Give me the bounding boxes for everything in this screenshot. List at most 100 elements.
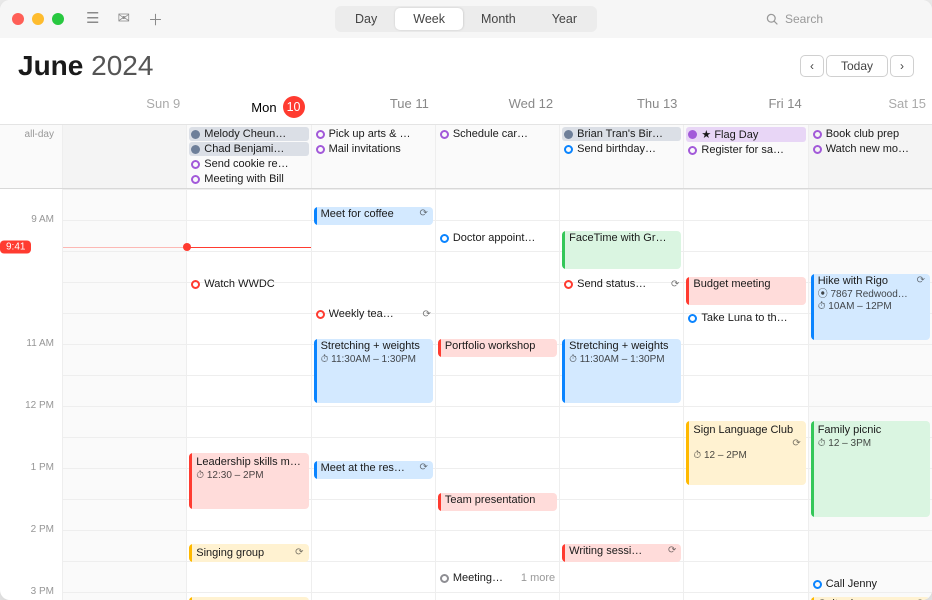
event-block[interactable]: Team presentation (438, 493, 557, 511)
event-block[interactable]: Hike with Rigo⟳⦿ 7867 Redwood…⏱ 10AM – 1… (811, 274, 930, 340)
search-icon (766, 13, 779, 26)
next-button[interactable]: › (890, 55, 914, 77)
minimize-icon[interactable] (32, 13, 44, 25)
event-block[interactable]: Meet for coffee⟳ (314, 207, 433, 225)
search-field[interactable]: Search (760, 9, 920, 29)
calendar-body[interactable]: 9:41 9 AM11 AM12 PM1 PM2 PM3 PM4 PM5 PM6… (0, 189, 932, 600)
day-header[interactable]: Wed 12 (435, 88, 559, 124)
event-block[interactable]: Portfolio workshop (438, 339, 557, 357)
allday-event[interactable]: Register for sa… (686, 143, 805, 157)
nav-controls: ‹ Today › (800, 55, 914, 77)
toolbar-buttons: ☰ ✉ ＋ (86, 9, 163, 30)
allday-event[interactable]: Meeting with Bill (189, 172, 308, 186)
day-header[interactable]: Sun 9 (62, 88, 186, 124)
allday-event[interactable]: Send cookie re… (189, 157, 308, 171)
event-pill[interactable]: Take Luna to th… (686, 311, 805, 325)
allday-event[interactable]: Pick up arts & … (314, 127, 433, 141)
event-pill[interactable]: Call Jenny (811, 577, 930, 591)
view-week[interactable]: Week (395, 8, 463, 30)
event-block[interactable]: Singing group⟳ (189, 544, 308, 562)
allday-event[interactable]: Book club prep (811, 127, 930, 141)
hour-label (0, 555, 62, 586)
close-icon[interactable] (12, 13, 24, 25)
day-column[interactable]: Hike with Rigo⟳⦿ 7867 Redwood…⏱ 10AM – 1… (808, 189, 932, 600)
zoom-icon[interactable] (52, 13, 64, 25)
event-pill[interactable]: Send status…⟳ (562, 277, 681, 291)
now-line (187, 247, 310, 248)
hour-label (0, 189, 62, 214)
hour-label: 1 PM (0, 462, 62, 493)
allday-event[interactable]: Brian Tran's Bir… (562, 127, 681, 141)
day-column[interactable]: Budget meeting Take Luna to th… Sign Langu… (683, 189, 807, 600)
allday-event[interactable]: Watch new mo… (811, 142, 930, 156)
allday-label: all-day (0, 125, 62, 188)
event-block[interactable]: Sign Language Club⟳⏱ 12 – 2PM (686, 421, 805, 485)
allday-event[interactable]: Send birthday… (562, 142, 681, 156)
day-header[interactable]: Mon10 (186, 88, 310, 124)
view-day[interactable]: Day (337, 8, 395, 30)
day-header[interactable]: Fri 14 (683, 88, 807, 124)
allday-event[interactable]: Schedule car… (438, 127, 557, 141)
event-block[interactable]: Budget meeting (686, 277, 805, 305)
view-month[interactable]: Month (463, 8, 534, 30)
year-label: 2024 (91, 50, 153, 81)
hour-label (0, 307, 62, 338)
allday-event[interactable]: Melody Cheun… (189, 127, 308, 141)
allday-cell (62, 125, 186, 188)
allday-row: all-day Melody Cheun…Chad Benjami…Send c… (0, 125, 932, 189)
event-block[interactable]: Family picnic⏱ 12 – 3PM (811, 421, 930, 517)
hour-label (0, 493, 62, 524)
event-pill[interactable]: Doctor appoint… (438, 231, 557, 245)
day-headers: Sun 9Mon10Tue 11Wed 12Thu 13Fri 14Sat 15 (0, 88, 932, 125)
allday-cell: Pick up arts & …Mail invitations (311, 125, 435, 188)
allday-cell: ★ Flag DayRegister for sa… (683, 125, 807, 188)
event-block[interactable]: Writing sessi…⟳ (562, 544, 681, 562)
add-icon[interactable]: ＋ (148, 9, 163, 30)
event-pill[interactable]: Weekly tea…⟳ (314, 307, 433, 321)
hour-label (0, 431, 62, 462)
event-block[interactable]: Stretching + weights⏱ 11:30AM – 1:30PM (562, 339, 681, 403)
hour-label: 12 PM (0, 400, 62, 431)
calendar-window: ☰ ✉ ＋ Day Week Month Year Search June 20… (0, 0, 932, 600)
day-column[interactable]: FaceTime with Gr… Send status…⟳ Stretching… (559, 189, 683, 600)
day-column[interactable]: Meet for coffee⟳ Weekly tea…⟳ Stretching +… (311, 189, 435, 600)
view-switcher: Day Week Month Year (335, 6, 597, 32)
week-grid: 9 AM11 AM12 PM1 PM2 PM3 PM4 PM5 PM6 PM W… (0, 189, 932, 600)
month-label: June (18, 50, 83, 81)
search-placeholder: Search (785, 12, 823, 26)
today-date-pill: 10 (283, 96, 305, 118)
day-column[interactable] (62, 189, 186, 600)
event-block[interactable]: Stretching + weights⏱ 11:30AM – 1:30PM (314, 339, 433, 403)
day-column[interactable]: Watch WWDC Leadership skills meeting⏱ 12:… (186, 189, 310, 600)
header: June 2024 ‹ Today › (0, 38, 932, 88)
day-header[interactable]: Tue 11 (311, 88, 435, 124)
inbox-icon[interactable]: ✉ (117, 9, 130, 30)
allday-event[interactable]: ★ Flag Day (686, 127, 805, 142)
page-title: June 2024 (18, 50, 153, 82)
allday-cell: Melody Cheun…Chad Benjami…Send cookie re… (186, 125, 310, 188)
event-block[interactable]: Meet at the res…⟳ (314, 461, 433, 479)
hour-label (0, 369, 62, 400)
allday-cell: Book club prepWatch new mo… (808, 125, 932, 188)
titlebar: ☰ ✉ ＋ Day Week Month Year Search (0, 0, 932, 38)
allday-event[interactable]: Chad Benjami… (189, 142, 308, 156)
calendars-icon[interactable]: ☰ (86, 9, 99, 30)
day-column[interactable]: Doctor appoint… Portfolio workshop Team pr… (435, 189, 559, 600)
event-block[interactable]: FaceTime with Gr… (562, 231, 681, 269)
hour-label: 2 PM (0, 524, 62, 555)
hour-label: 3 PM (0, 586, 62, 600)
prev-button[interactable]: ‹ (800, 55, 824, 77)
day-header[interactable]: Sat 15 (808, 88, 932, 124)
today-button[interactable]: Today (826, 55, 888, 77)
allday-event[interactable]: Mail invitations (314, 142, 433, 156)
event-pill[interactable]: Watch WWDC (189, 277, 308, 291)
hour-label (0, 276, 62, 307)
now-time-badge: 9:41 (0, 241, 31, 254)
event-block[interactable]: Leadership skills meeting⏱ 12:30 – 2PM (189, 453, 308, 509)
hour-label: 11 AM (0, 338, 62, 369)
event-pill[interactable]: Meeting…1 more (438, 571, 557, 585)
allday-cell: Brian Tran's Bir…Send birthday… (559, 125, 683, 188)
allday-cell: Schedule car… (435, 125, 559, 188)
day-header[interactable]: Thu 13 (559, 88, 683, 124)
view-year[interactable]: Year (534, 8, 595, 30)
